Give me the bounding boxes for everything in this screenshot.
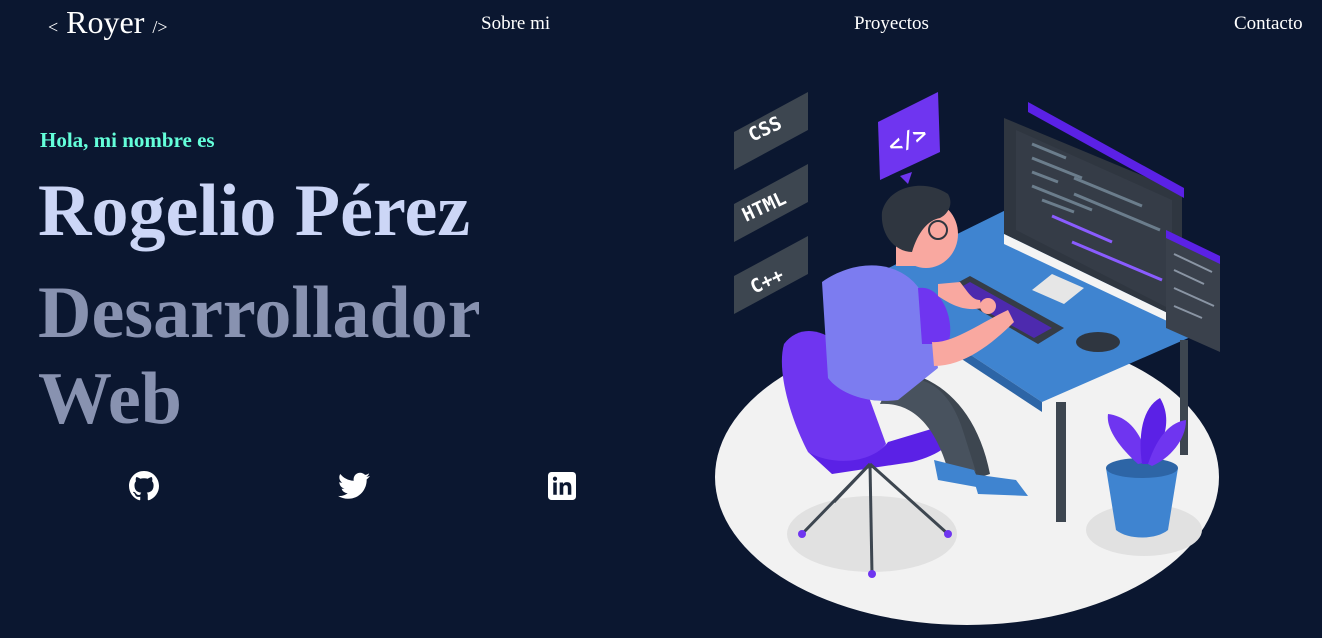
linkedin-link[interactable] bbox=[546, 470, 578, 502]
nav-link-contacto[interactable]: Contacto bbox=[1234, 13, 1303, 35]
code-bubble: </> bbox=[878, 92, 940, 184]
top-nav: < Royer /> Sobre mi Proyectos Contacto bbox=[0, 0, 1322, 50]
twitter-link[interactable] bbox=[338, 470, 370, 502]
twitter-icon bbox=[338, 472, 370, 499]
css-tag: CSS bbox=[734, 92, 808, 170]
logo-text: Royer bbox=[66, 4, 145, 40]
html-tag: HTML bbox=[734, 164, 808, 242]
cpp-tag: C++ bbox=[734, 236, 808, 314]
mouse bbox=[1076, 332, 1120, 352]
logo-open-bracket: < bbox=[48, 17, 59, 37]
logo-close-bracket: /> bbox=[152, 17, 168, 37]
github-link[interactable] bbox=[128, 470, 160, 502]
logo[interactable]: < Royer /> bbox=[48, 4, 168, 41]
github-icon bbox=[129, 471, 159, 501]
nav-link-sobre-mi[interactable]: Sobre mi bbox=[481, 13, 550, 35]
developer-illustration: CSS HTML C++ </> bbox=[715, 92, 1220, 625]
hero-role: Desarrollador Web bbox=[38, 272, 480, 440]
hero-greeting: Hola, mi nombre es bbox=[40, 128, 215, 152]
nav-link-proyectos[interactable]: Proyectos bbox=[854, 13, 929, 35]
linkedin-icon bbox=[548, 472, 576, 500]
hero-name: Rogelio Pérez bbox=[38, 170, 471, 252]
